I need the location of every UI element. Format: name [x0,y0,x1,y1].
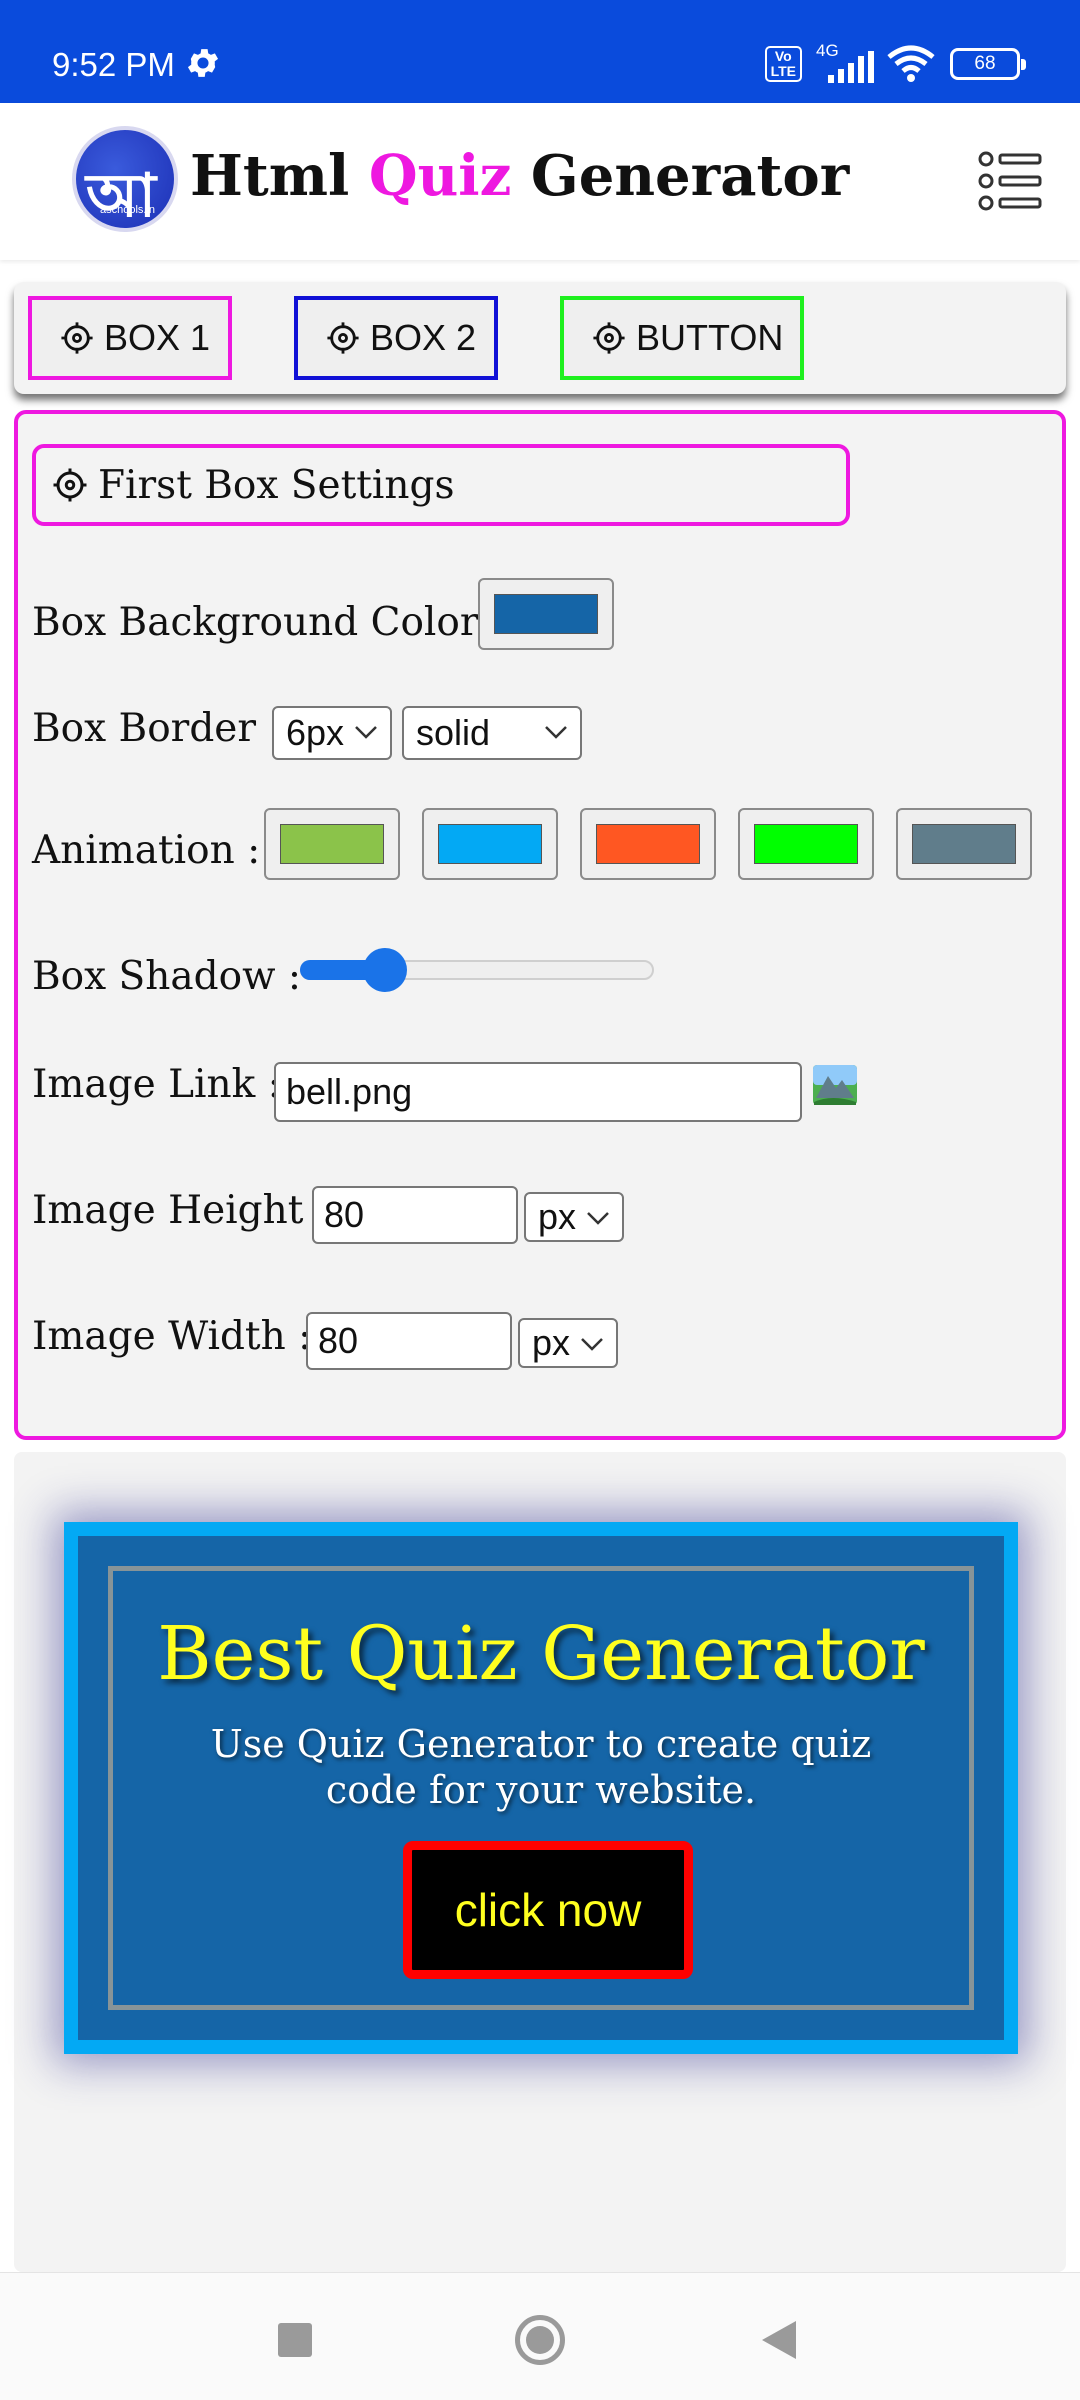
cellular-signal-icon: 4G [816,41,874,83]
bg-color-label: Box Background Color : [32,600,505,645]
crosshair-gear-icon [593,322,625,354]
border-label: Box Border : [32,706,282,751]
app-header: আ aschools.in Html Quiz Generator [0,103,1080,260]
home-icon[interactable] [515,2315,565,2365]
image-height-input[interactable]: 80 [312,1186,518,1244]
animation-label: Animation : [32,828,261,873]
animation-color [280,824,384,864]
menu-list-icon[interactable] [978,149,1044,213]
chevron-down-icon [355,726,377,739]
image-width-unit: px [532,1322,571,1363]
chevron-down-icon [581,1338,603,1351]
first-box-settings-panel: First Box Settings Box Background Color … [14,410,1066,1440]
preview-text: Use Quiz Generator to create quiz code f… [210,1722,872,1812]
app-logo[interactable]: আ aschools.in [72,126,178,232]
bg-color-swatch [494,594,598,634]
click-now-button[interactable]: click now [403,1841,693,1979]
image-width-input[interactable]: 80 [306,1312,512,1370]
settings-title[interactable]: First Box Settings [32,444,850,526]
volte-icon: Vo LTE [764,46,802,82]
recent-apps-icon[interactable] [278,2323,312,2357]
preview-area: Best Quiz Generator Use Quiz Generator t… [14,1452,1066,2272]
border-width-value: 6px [286,712,345,753]
animation-color [596,824,700,864]
title-accent: Quiz [368,143,512,209]
status-bar: 9:52 PM Vo LTE 4G 68 [0,0,1080,103]
settings-title-text: First Box Settings [98,462,455,508]
logo-glyph: আ [86,161,156,231]
image-height-label: Image Height : [32,1188,329,1233]
logo-caption: aschools.in [100,204,156,216]
battery-icon: 68 [950,48,1026,80]
animation-color [438,824,542,864]
tab-button[interactable]: BUTTON [560,296,804,380]
quiz-preview-box: Best Quiz Generator Use Quiz Generator t… [64,1522,1018,2054]
app-title: Html Quiz Generator [190,143,849,209]
animation-swatch-5[interactable] [896,808,1032,880]
title-part-1: Html [190,143,369,209]
shadow-label: Box Shadow : [32,954,301,999]
tab-label: BOX 2 [370,317,477,358]
animation-swatch-1[interactable] [264,808,400,880]
animation-color [912,824,1016,864]
system-nav-bar [0,2272,1080,2400]
wifi-icon [887,45,935,82]
animation-color [754,824,858,864]
preview-heading: Best Quiz Generator [157,1611,925,1697]
bg-color-picker[interactable] [478,578,614,650]
image-height-unit: px [538,1196,577,1237]
title-part-2: Generator [511,143,850,209]
shadow-slider-thumb[interactable] [362,948,407,992]
animation-swatch-2[interactable] [422,808,558,880]
preview-inner-frame: Best Quiz Generator Use Quiz Generator t… [108,1566,974,2010]
status-icons: Vo LTE 4G 68 [764,41,1026,84]
chevron-down-icon [545,726,567,739]
image-height-unit-select[interactable]: px [524,1192,624,1242]
crosshair-gear-icon [327,322,359,354]
crosshair-gear-icon [61,322,93,354]
settings-gear-icon [187,49,219,77]
crosshair-gear-icon [53,468,87,502]
animation-swatch-4[interactable] [738,808,874,880]
status-time: 9:52 PM [52,46,175,83]
border-style-select[interactable]: solid [402,706,582,760]
tab-box-2[interactable]: BOX 2 [294,296,498,380]
tab-label: BOX 1 [104,317,211,358]
border-width-select[interactable]: 6px [272,706,392,760]
image-link-input[interactable]: bell.png [274,1062,802,1122]
back-icon[interactable] [762,2321,796,2359]
image-width-unit-select[interactable]: px [518,1318,618,1368]
landscape-image-icon[interactable] [812,1064,858,1106]
animation-swatch-3[interactable] [580,808,716,880]
image-link-label: Image Link : [32,1062,281,1107]
tab-label: BUTTON [636,317,784,358]
chevron-down-icon [587,1212,609,1225]
tab-box-1[interactable]: BOX 1 [28,296,232,380]
tabs-panel: BOX 1 BOX 2 BUTTON [14,282,1066,394]
image-width-label: Image Width : [32,1314,312,1359]
border-style-value: solid [416,712,491,753]
